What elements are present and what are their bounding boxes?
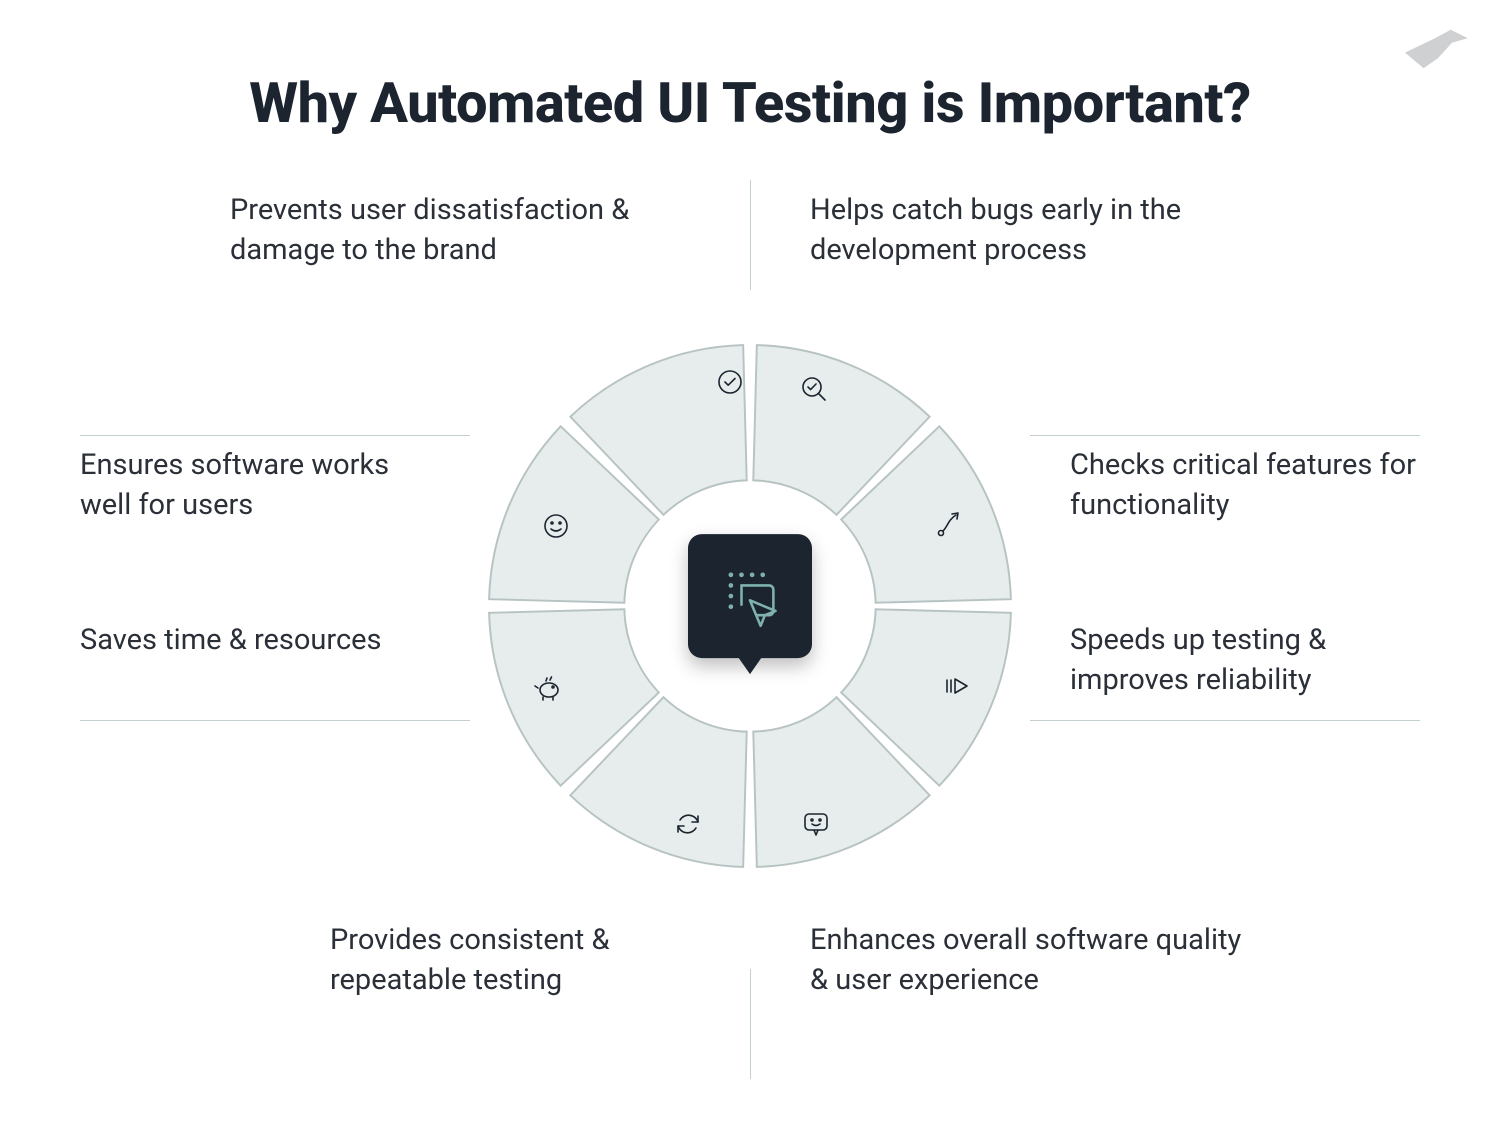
page-title: Why Automated UI Testing is Important?	[0, 70, 1500, 136]
guide-vertical-bottom	[750, 969, 751, 1079]
label-left-upper: Ensures software works well for users	[80, 445, 420, 525]
center-badge	[688, 534, 812, 658]
path-arrow-icon	[932, 506, 968, 542]
search-check-icon	[796, 371, 832, 407]
diagram-stage: Prevents user dissatisfaction & damage t…	[50, 170, 1450, 1099]
refresh-icon	[670, 806, 706, 842]
connector-right-upper	[1030, 435, 1420, 436]
check-circle-icon	[712, 364, 748, 400]
label-left-lower: Saves time & resources	[80, 620, 400, 660]
piggy-bank-icon	[530, 670, 566, 706]
connector-right-lower	[1030, 720, 1420, 721]
bird-icon	[1398, 24, 1472, 74]
label-top-left: Prevents user dissatisfaction & damage t…	[230, 190, 660, 270]
radial-diagram	[460, 316, 1040, 896]
label-bottom-left: Provides consistent & repeatable testing	[330, 920, 710, 1000]
chat-smile-icon	[798, 806, 834, 842]
label-right-lower: Speeds up testing & improves reliability	[1070, 620, 1430, 700]
fast-forward-icon	[938, 668, 974, 704]
smile-face-icon	[538, 508, 574, 544]
connector-left-lower	[80, 720, 470, 721]
label-right-upper: Checks critical features for functionali…	[1070, 445, 1430, 525]
label-top-right: Helps catch bugs early in the developmen…	[810, 190, 1270, 270]
guide-vertical-top	[750, 180, 751, 290]
label-bottom-right: Enhances overall software quality & user…	[810, 920, 1250, 1000]
connector-left-upper	[80, 435, 470, 436]
cursor-click-icon	[716, 562, 784, 630]
